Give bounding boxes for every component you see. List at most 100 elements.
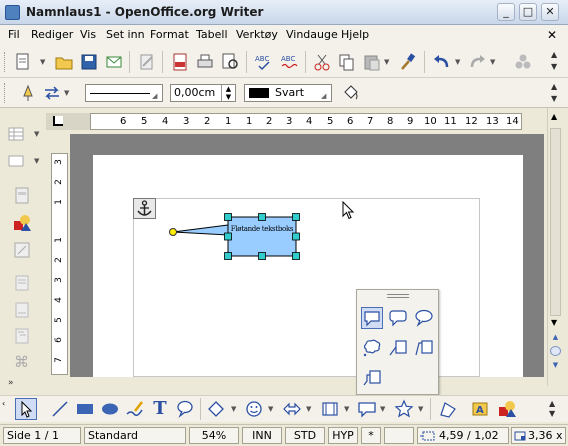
menu-file[interactable]: Fil bbox=[8, 28, 20, 41]
insert-shape-gallery-icon[interactable] bbox=[497, 399, 517, 419]
previous-page-icon[interactable]: ▲ bbox=[550, 332, 561, 342]
chevron-down-icon[interactable]: ▼ bbox=[40, 57, 47, 67]
toolbar-grip[interactable] bbox=[4, 52, 7, 72]
copy-icon[interactable] bbox=[337, 52, 357, 72]
scrollbar-thumb[interactable] bbox=[550, 128, 561, 316]
rectangular-callout-icon[interactable] bbox=[361, 307, 383, 329]
navigation-icon[interactable] bbox=[550, 346, 561, 356]
rectangle-icon[interactable] bbox=[75, 399, 95, 419]
email-icon[interactable] bbox=[104, 52, 124, 72]
menu-insert[interactable]: Set inn bbox=[106, 28, 145, 41]
menu-edit[interactable]: Rediger bbox=[31, 28, 73, 41]
chevron-down-icon[interactable]: ▼ bbox=[268, 404, 275, 414]
print-icon[interactable] bbox=[195, 52, 215, 72]
insert-footnote-icon[interactable] bbox=[12, 300, 32, 320]
arrow-style-icon[interactable] bbox=[42, 83, 62, 103]
stars-icon[interactable] bbox=[394, 399, 414, 419]
callouts-menu-icon[interactable] bbox=[357, 399, 377, 419]
callout-shape[interactable] bbox=[160, 205, 310, 265]
line-draw-icon[interactable] bbox=[50, 399, 70, 419]
command-icon[interactable]: ⌘ bbox=[14, 353, 34, 373]
resize-handle[interactable] bbox=[292, 232, 300, 241]
hyperlink-mode[interactable]: HYP bbox=[328, 427, 358, 444]
undo-icon[interactable] bbox=[432, 52, 452, 72]
popup-grip[interactable] bbox=[387, 294, 409, 298]
toolbar-overflow-icon[interactable]: ▲ ▼ bbox=[551, 81, 561, 105]
horizontal-ruler[interactable]: 6 5 4 3 2 1 1 2 3 4 5 6 7 8 9 10 11 12 1… bbox=[90, 113, 522, 130]
close-button[interactable]: ✕ bbox=[541, 3, 559, 21]
block-arrows-icon[interactable] bbox=[282, 399, 302, 419]
vertical-ruler[interactable]: 3 2 1 1 2 3 4 5 6 7 bbox=[51, 153, 68, 375]
maximize-button[interactable]: □ bbox=[519, 3, 537, 21]
toolbar-overflow-icon[interactable]: ▲ ▼ bbox=[551, 49, 561, 73]
insert-index-icon[interactable] bbox=[12, 326, 32, 346]
toolbar-grip[interactable] bbox=[4, 83, 7, 103]
fontwork-icon[interactable]: A bbox=[470, 399, 490, 419]
close-document-button[interactable]: ✕ bbox=[547, 28, 557, 42]
callout-glue-handle[interactable] bbox=[169, 228, 177, 236]
chevron-down-icon[interactable]: ▼ bbox=[34, 156, 41, 166]
writer-app-icon[interactable] bbox=[5, 5, 20, 20]
document-modified[interactable]: * bbox=[361, 427, 381, 444]
chevron-down-icon[interactable]: ▼ bbox=[231, 404, 238, 414]
symbol-shapes-icon[interactable] bbox=[244, 399, 264, 419]
new-document-icon[interactable] bbox=[14, 52, 34, 72]
resize-handle[interactable] bbox=[258, 213, 266, 221]
menu-tools[interactable]: Verktøy bbox=[236, 28, 278, 41]
tab-stop-type-icon[interactable] bbox=[53, 116, 63, 126]
scroll-up-icon[interactable]: ▲ bbox=[551, 112, 557, 121]
zoom-level[interactable]: 54% bbox=[189, 427, 239, 444]
redo-icon[interactable] bbox=[467, 52, 487, 72]
spellcheck-icon[interactable]: ABC bbox=[254, 52, 274, 72]
anchor-icon[interactable] bbox=[133, 198, 156, 219]
resize-handle[interactable] bbox=[224, 213, 232, 221]
line-callout-2-icon[interactable] bbox=[413, 337, 435, 359]
auto-spellcheck-icon[interactable]: ABC bbox=[280, 52, 300, 72]
line-callout-3-icon[interactable] bbox=[361, 367, 383, 389]
export-pdf-icon[interactable] bbox=[170, 52, 190, 72]
edit-file-icon[interactable] bbox=[137, 52, 157, 72]
insert-object-icon[interactable] bbox=[12, 240, 32, 260]
chevron-down-icon[interactable]: ▼ bbox=[490, 57, 497, 67]
open-folder-icon[interactable] bbox=[54, 52, 74, 72]
cut-icon[interactable] bbox=[312, 52, 332, 72]
selection-mode[interactable]: STD bbox=[285, 427, 325, 444]
format-paintbrush-icon[interactable] bbox=[398, 52, 418, 72]
page-preview-icon[interactable] bbox=[220, 52, 240, 72]
edit-points-icon[interactable] bbox=[438, 399, 458, 419]
chevron-down-icon[interactable]: ▼ bbox=[34, 129, 41, 139]
line-color-select[interactable]: Svart ◢ bbox=[244, 84, 332, 102]
callout-tool-icon[interactable] bbox=[175, 399, 195, 419]
chevron-down-icon[interactable]: ▼ bbox=[380, 404, 387, 414]
frame-icon[interactable] bbox=[8, 153, 24, 169]
select-tool-icon[interactable] bbox=[15, 398, 37, 420]
toolbar-overflow-icon[interactable]: ▲ ▼ bbox=[549, 399, 559, 419]
chevron-down-icon[interactable]: ▼ bbox=[455, 57, 462, 67]
round-callout-icon[interactable] bbox=[413, 307, 435, 329]
chevron-down-icon[interactable]: ▼ bbox=[64, 88, 71, 98]
line-callout-1-icon[interactable] bbox=[387, 337, 409, 359]
next-page-icon[interactable]: ▼ bbox=[550, 360, 561, 370]
page-style[interactable]: Standard bbox=[84, 427, 186, 444]
menu-table[interactable]: Tabell bbox=[196, 28, 228, 41]
line-style-select[interactable]: ◢ bbox=[85, 84, 163, 102]
insert-shapes-icon[interactable] bbox=[12, 213, 32, 233]
spin-arrows-icon[interactable]: ▲ ▼ bbox=[221, 85, 235, 101]
resize-handle[interactable] bbox=[292, 252, 300, 260]
text-tool-icon[interactable]: T bbox=[150, 399, 170, 419]
resize-handle[interactable] bbox=[258, 252, 266, 260]
line-tool-icon[interactable] bbox=[18, 83, 38, 103]
navigator-icon[interactable] bbox=[513, 52, 533, 72]
freeform-line-icon[interactable] bbox=[125, 399, 145, 419]
horizontal-scrollbar[interactable] bbox=[46, 378, 546, 386]
menu-view[interactable]: Vis bbox=[80, 28, 96, 41]
menu-help[interactable]: Hjelp bbox=[341, 28, 369, 41]
vertical-scrollbar[interactable]: ▲ ▼ ▲ ▼ bbox=[547, 108, 563, 386]
resize-handle[interactable] bbox=[292, 213, 300, 221]
menu-format[interactable]: Format bbox=[150, 28, 189, 41]
cloud-callout-icon[interactable] bbox=[361, 337, 383, 359]
ellipse-icon[interactable] bbox=[100, 399, 120, 419]
basic-shapes-icon[interactable] bbox=[206, 399, 226, 419]
resize-handle[interactable] bbox=[224, 252, 232, 260]
save-icon[interactable] bbox=[79, 52, 99, 72]
